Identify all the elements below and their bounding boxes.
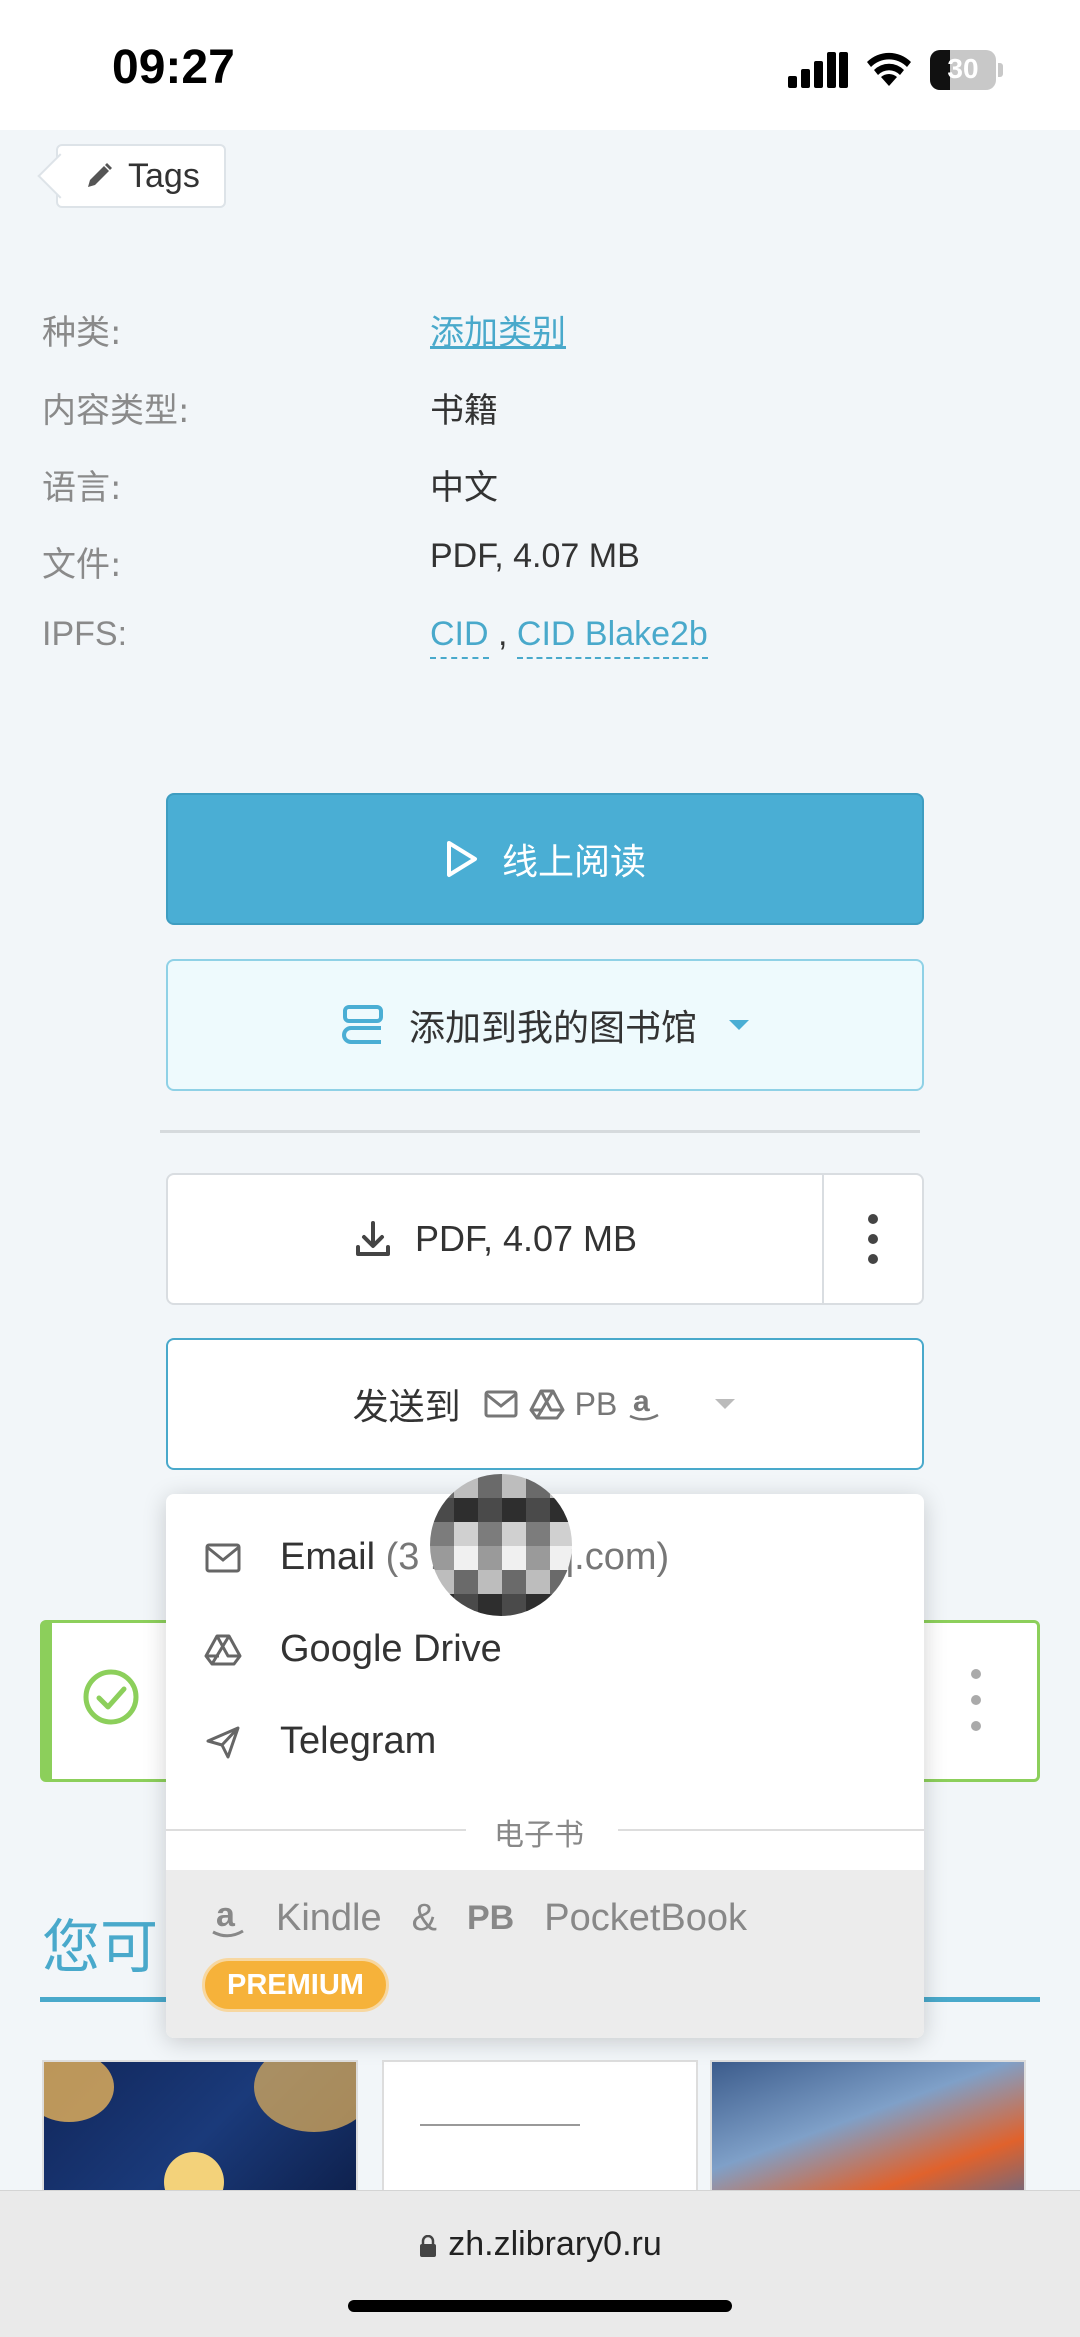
telegram-label: Telegram	[280, 1720, 437, 1762]
language-key: 语言:	[42, 468, 122, 508]
detail-row-language: 语言: 中文	[42, 460, 1042, 520]
ebook-section-separator: 电子书	[166, 1810, 924, 1853]
ipfs-separator: ,	[498, 615, 508, 653]
amazon-icon: a	[629, 1385, 659, 1421]
recommend-title: 您可	[42, 1913, 159, 1981]
cellular-signal-icon	[788, 52, 848, 88]
more-vertical-icon[interactable]	[970, 1668, 982, 1732]
content-type-key: 内容类型:	[42, 391, 190, 431]
telegram-icon	[206, 1726, 240, 1759]
amazon-icon: a	[212, 1896, 244, 1938]
more-options-button[interactable]	[822, 1173, 924, 1305]
battery-icon: 30	[930, 50, 1004, 90]
kindle-label: Kindle	[276, 1896, 382, 1939]
language-value: 中文	[430, 468, 498, 508]
ebook-section-label: 电子书	[494, 1818, 584, 1853]
home-indicator	[348, 2300, 732, 2312]
google-drive-icon	[204, 1634, 242, 1666]
pocketbook-icon: PB	[467, 1898, 515, 1937]
send-pb-label: PB	[574, 1385, 618, 1422]
status-time: 09:27	[112, 41, 235, 94]
detail-row-content-type: 内容类型: 书籍	[42, 383, 1042, 443]
detail-row-category: 种类: 添加类别	[42, 305, 1042, 365]
ipfs-key: IPFS:	[42, 615, 128, 653]
caret-down-icon	[729, 1020, 749, 1030]
email-icon	[205, 1543, 241, 1573]
more-vertical-icon	[868, 1214, 878, 1264]
status-bar: 09:27 30	[0, 0, 1080, 130]
download-button[interactable]: PDF, 4.07 MB	[166, 1173, 824, 1305]
kindle-pocketbook-option[interactable]: a Kindle & PB PocketBook PREMIUM	[166, 1870, 924, 2038]
check-circle-icon	[83, 1669, 139, 1725]
add-category-link[interactable]: 添加类别	[430, 305, 566, 354]
google-drive-label: Google Drive	[280, 1628, 502, 1670]
library-icon	[342, 1005, 383, 1044]
google-drive-icon	[529, 1389, 565, 1420]
cid-blake2b-link[interactable]: CID Blake2b	[516, 615, 708, 659]
browser-bottom-bar: zh.zlibrary0.ru	[0, 2190, 1080, 2337]
tags-label: Tags	[128, 156, 200, 195]
cid-link[interactable]: CID	[430, 615, 489, 659]
send-google-drive-option[interactable]: Google Drive	[166, 1610, 924, 1690]
email-icon	[484, 1390, 518, 1418]
caret-down-icon	[715, 1399, 736, 1409]
divider	[160, 1130, 920, 1133]
url-bar[interactable]: zh.zlibrary0.ru	[0, 2225, 1080, 2264]
file-key: 文件:	[42, 545, 122, 585]
battery-level: 30	[947, 53, 979, 84]
premium-badge: PREMIUM	[202, 1958, 389, 2012]
add-to-library-button[interactable]: 添加到我的图书馆	[166, 959, 924, 1091]
content-type-value: 书籍	[430, 391, 498, 431]
add-to-library-label: 添加到我的图书馆	[408, 1008, 697, 1049]
ampersand: &	[411, 1896, 437, 1939]
download-label: PDF, 4.07 MB	[414, 1218, 638, 1259]
detail-row-ipfs: IPFS: CID , CID Blake2b	[42, 615, 1042, 675]
read-online-label: 线上阅读	[501, 842, 646, 883]
url-text: zh.zlibrary0.ru	[448, 2225, 662, 2263]
play-icon	[446, 841, 477, 877]
send-to-button[interactable]: 发送到 PB a	[166, 1338, 924, 1470]
redacted-avatar	[430, 1474, 572, 1616]
read-online-button[interactable]: 线上阅读	[166, 793, 924, 925]
file-value: PDF, 4.07 MB	[430, 537, 640, 575]
detail-row-file: 文件: PDF, 4.07 MB	[42, 537, 1042, 597]
category-key: 种类:	[42, 313, 122, 353]
pocketbook-label: PocketBook	[544, 1896, 748, 1939]
tags-button[interactable]: Tags	[37, 144, 226, 208]
pencil-icon	[88, 163, 112, 187]
svg-text:a: a	[633, 1385, 650, 1418]
svg-text:a: a	[216, 1896, 236, 1934]
wifi-icon	[867, 52, 911, 86]
email-label: Email	[280, 1536, 376, 1578]
send-to-label: 发送到	[352, 1387, 461, 1428]
send-telegram-option[interactable]: Telegram	[166, 1702, 924, 1782]
lock-icon	[420, 2235, 437, 2257]
download-icon	[355, 1221, 390, 1256]
